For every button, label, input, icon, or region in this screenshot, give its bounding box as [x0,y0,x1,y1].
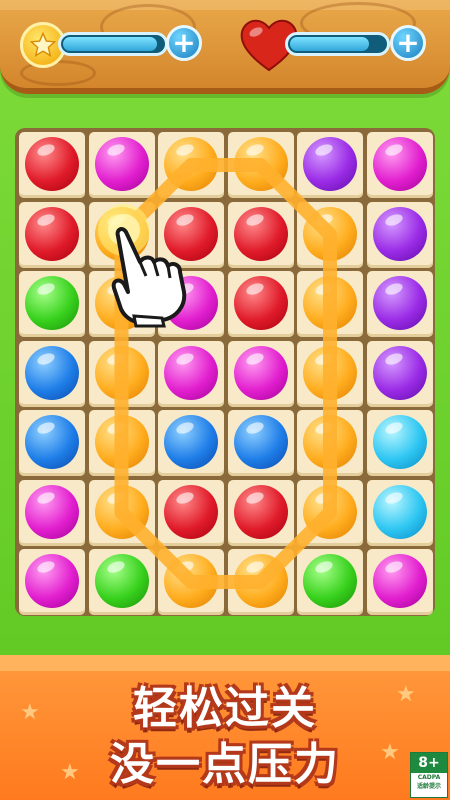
life-progress-fill [290,37,370,51]
slogan-line-1: 轻松过关 [133,683,317,734]
age-rating-org: CADPA [417,774,441,781]
age-rating: 8+ [411,753,447,773]
slogan-line-2: 没一点压力 [110,739,340,790]
age-rating-badge: 8+ CADPA 适龄提示 [410,752,448,798]
add-lives-button[interactable]: + [390,25,426,61]
star-progress-bar [58,32,168,56]
star-progress-fill [63,37,157,51]
banner-edge [0,655,450,671]
life-progress-bar [285,32,390,56]
age-rating-note: 适龄提示 [416,783,441,790]
connection-path [114,158,337,589]
add-stars-button[interactable]: + [166,25,202,61]
pointer-hand-icon [92,200,202,334]
